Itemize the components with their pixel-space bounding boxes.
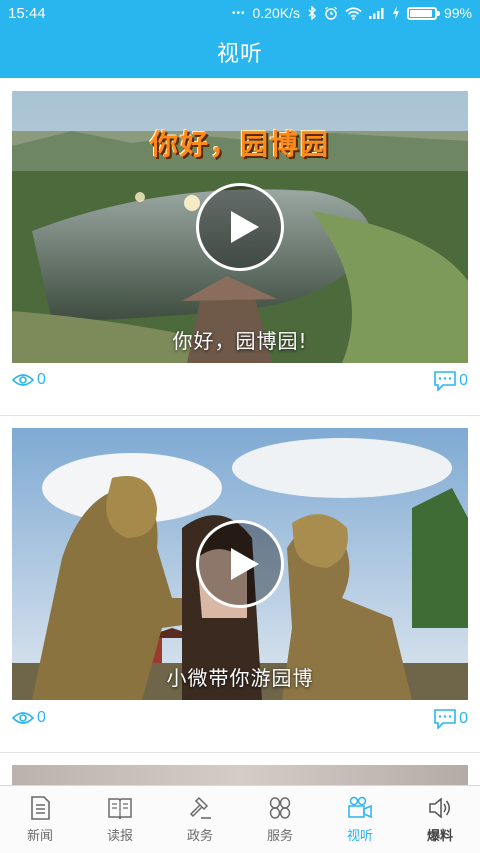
comment-icon [434,709,456,729]
charging-icon [392,6,399,20]
tab-label: 爆料 [426,829,453,844]
tab-label: 服务 [266,829,293,844]
comment-count-value: 0 [459,710,468,727]
tab-government[interactable]: 政务 [160,786,240,853]
video-caption: 小微带你游园博 [166,666,314,690]
status-dots: ••• [231,7,246,19]
tab-label: 读报 [106,829,133,844]
video-camera-icon [348,796,372,819]
network-speed: 0.20K/s [252,5,300,21]
bluetooth-icon [308,6,317,20]
wifi-icon [345,6,362,20]
video-feed[interactable]: 你好，园博园 你好，园博园! 0 0 小微带你游园博 0 0 [0,78,480,785]
video-thumbnail[interactable]: 小微带你游园博 [12,428,468,700]
battery-icon [406,6,440,20]
play-button[interactable] [196,520,284,608]
alarm-icon [325,6,337,20]
view-count-value: 0 [37,371,46,388]
thumbnail-image [12,765,468,785]
video-meta: 0 0 [0,371,480,397]
status-bar: 15:44 ••• 0.20K/s 99% [0,0,480,26]
view-count: 0 [12,371,46,389]
page-title: 视听 [216,42,263,67]
view-count: 0 [12,709,46,727]
video-thumbnail[interactable] [12,765,468,785]
video-card[interactable]: 你好，园博园 你好，园博园! 0 0 [0,78,480,415]
tab-label: 视听 [346,829,373,844]
comment-icon [434,371,456,391]
eye-icon [12,712,34,724]
comment-count-value: 0 [459,372,468,389]
speaker-icon [429,797,450,819]
comment-count[interactable]: 0 [434,371,468,391]
play-button[interactable] [196,183,284,271]
eye-icon [12,374,34,386]
video-meta: 0 0 [0,709,480,735]
view-count-value: 0 [37,709,46,726]
comment-count[interactable]: 0 [434,709,468,729]
status-time: 15:44 [8,4,46,22]
video-card[interactable] [0,753,480,785]
bottom-tab-bar: 新闻 读报 政务 服务 视听 爆料 [0,785,480,853]
tab-label: 新闻 [26,829,53,844]
tab-video[interactable]: 视听 [320,786,400,853]
tab-services[interactable]: 服务 [240,786,320,853]
play-icon [231,548,259,580]
video-thumbnail[interactable]: 你好，园博园 你好，园博园! [12,91,468,363]
signal-icon [368,8,384,19]
news-icon [31,796,50,820]
tab-report[interactable]: 爆料 [400,786,480,853]
newspaper-icon [108,798,132,820]
video-caption: 你好，园博园! [172,329,308,353]
app-header: 视听 [0,26,480,78]
tab-news[interactable]: 新闻 [0,786,80,853]
battery-percent: 99% [443,5,472,21]
gavel-icon [189,796,211,819]
video-card[interactable]: 小微带你游园博 0 0 [0,416,480,752]
status-indicators: ••• 0.20K/s 99% [232,5,472,21]
video-overlay-title: 你好，园博园 [149,128,330,161]
play-icon [231,211,259,243]
tab-label: 政务 [186,829,213,844]
tab-newspaper[interactable]: 读报 [80,786,160,853]
services-icon [269,797,291,819]
